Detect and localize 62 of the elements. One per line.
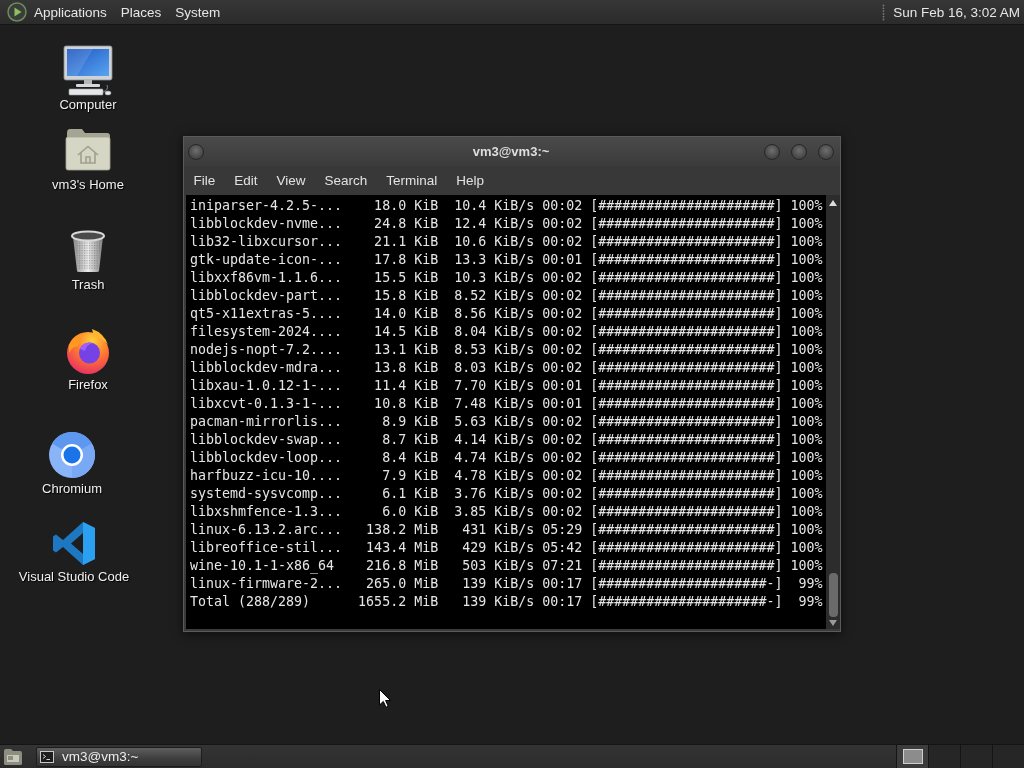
window-menu-button[interactable]	[188, 143, 204, 160]
terminal-icon	[40, 750, 54, 763]
terminal-line: libreoffice-stil... 143.4 MiB 429 KiB/s 05:42 [######################] 100%	[190, 539, 823, 557]
terminal-line: systemd-sysvcomp... 6.1 KiB 3.76 KiB/s 00:02 [######################] 100%	[190, 485, 823, 503]
workspace-button[interactable]	[896, 745, 928, 768]
terminal-line: libblockdev-nvme... 24.8 KiB 12.4 KiB/s 00:02 [######################] 100%	[190, 215, 823, 233]
terminal-line: libxshmfence-1.3... 6.0 KiB 3.85 KiB/s 00:02 [######################] 100%	[190, 503, 823, 521]
panel-menu[interactable]: System	[168, 1, 228, 23]
play-circle-icon[interactable]	[7, 2, 27, 22]
taskbar-button[interactable]: vm3@vm3:~	[36, 746, 202, 767]
ribbon-logo-icon[interactable]	[52, 521, 96, 566]
scrollbar[interactable]	[826, 195, 840, 629]
scroll-down-arrow-icon[interactable]	[829, 620, 837, 626]
terminal-line: gtk-update-icon-... 17.8 KiB 13.3 KiB/s 00:01 [######################] 100%	[190, 251, 823, 269]
terminal-line: nodejs-nopt-7.2.... 13.1 KiB 8.53 KiB/s 00:02 [######################] 100%	[190, 341, 823, 359]
terminal-line: qt5-x11extras-5.... 14.0 KiB 8.56 KiB/s 00:02 [######################] 100%	[190, 305, 823, 323]
terminal-line: lib32-libxcursor... 21.1 KiB 10.6 KiB/s 00:02 [######################] 100%	[190, 233, 823, 251]
desktop-icon-label[interactable]: Visual Studio Code	[18, 569, 130, 585]
ring-logo-icon[interactable]	[48, 431, 96, 479]
desktop-icon-label[interactable]: vm3's Home	[52, 177, 124, 193]
monitor-icon[interactable]	[63, 45, 113, 96]
terminal-line: libblockdev-mdra... 13.8 KiB 8.03 KiB/s 00:02 [######################] 100%	[190, 359, 823, 377]
menu-item[interactable]: File	[184, 168, 225, 193]
maximize-button[interactable]	[791, 143, 807, 160]
menu-item[interactable]: Help	[446, 168, 494, 193]
desktop-icon-label[interactable]: Trash	[71, 277, 105, 293]
terminal-line: libxau-1.0.12-1-... 11.4 KiB 7.70 KiB/s 00:01 [######################] 100%	[190, 377, 823, 395]
mouse-pointer-icon	[379, 689, 391, 708]
window-title: vm3@vm3:~	[472, 144, 550, 159]
terminal-line: linux-6.13.2.arc... 138.2 MiB 431 KiB/s 05:29 [######################] 100%	[190, 521, 823, 539]
window-thumbnail-icon	[902, 749, 923, 764]
menu-item[interactable]: Search	[315, 168, 377, 193]
trash-bin-icon[interactable]	[69, 230, 107, 273]
menu-item[interactable]: Terminal	[376, 168, 447, 193]
terminal-line: libblockdev-swap... 8.7 KiB 4.14 KiB/s 00:02 [######################] 100%	[190, 431, 823, 449]
terminal-line: wine-10.1-1-x86_64 216.8 MiB 503 KiB/s 07:21 [######################] 100%	[190, 557, 823, 575]
terminal-line: libblockdev-loop... 8.4 KiB 4.74 KiB/s 00:02 [######################] 100%	[190, 449, 823, 467]
desktop-icon-label[interactable]: Chromium	[42, 481, 102, 497]
drag-handle-icon[interactable]	[882, 3, 886, 21]
minimize-button[interactable]	[764, 143, 780, 160]
panel-menu[interactable]: Places	[113, 1, 169, 23]
clock[interactable]: Sun Feb 16, 3:02 AM	[893, 4, 1024, 20]
menu-item[interactable]: View	[267, 168, 316, 193]
terminal-line: pacman-mirrorlis... 8.9 KiB 5.63 KiB/s 00:02 [######################] 100%	[190, 413, 823, 431]
show-desktop-icon[interactable]	[3, 747, 23, 766]
terminal-line: libxcvt-0.1.3-1-... 10.8 KiB 7.48 KiB/s 00:01 [######################] 100%	[190, 395, 823, 413]
close-button[interactable]	[818, 143, 834, 160]
terminal-line: Total (288/289) 1655.2 MiB 139 KiB/s 00:17 [#####################-] 99%	[190, 593, 823, 611]
desktop-icon-label[interactable]: Firefox	[68, 377, 108, 393]
terminal-line: libxxf86vm-1.1.6... 15.5 KiB 10.3 KiB/s 00:02 [######################] 100%	[190, 269, 823, 287]
terminal-line: filesystem-2024.... 14.5 KiB 8.04 KiB/s 00:02 [######################] 100%	[190, 323, 823, 341]
home-folder-icon[interactable]	[65, 128, 111, 171]
scrollbar-thumb[interactable]	[828, 573, 838, 617]
panel-menu[interactable]: Applications	[27, 1, 114, 23]
terminal-line: iniparser-4.2.5-... 18.0 KiB 10.4 KiB/s 00:02 [######################] 100%	[190, 197, 823, 215]
terminal-line: libblockdev-part... 15.8 KiB 8.52 KiB/s 00:02 [######################] 100%	[190, 287, 823, 305]
desktop-icon-label[interactable]: Computer	[59, 97, 117, 113]
flame-globe-icon[interactable]	[64, 327, 112, 375]
terminal-line: linux-firmware-2... 265.0 MiB 139 KiB/s 00:17 [#####################-] 99%	[190, 575, 823, 593]
terminal-line: harfbuzz-icu-10.... 7.9 KiB 4.78 KiB/s 00:02 [######################] 100%	[190, 467, 823, 485]
scroll-up-arrow-icon[interactable]	[829, 200, 837, 206]
menu-item[interactable]: Edit	[224, 168, 268, 193]
